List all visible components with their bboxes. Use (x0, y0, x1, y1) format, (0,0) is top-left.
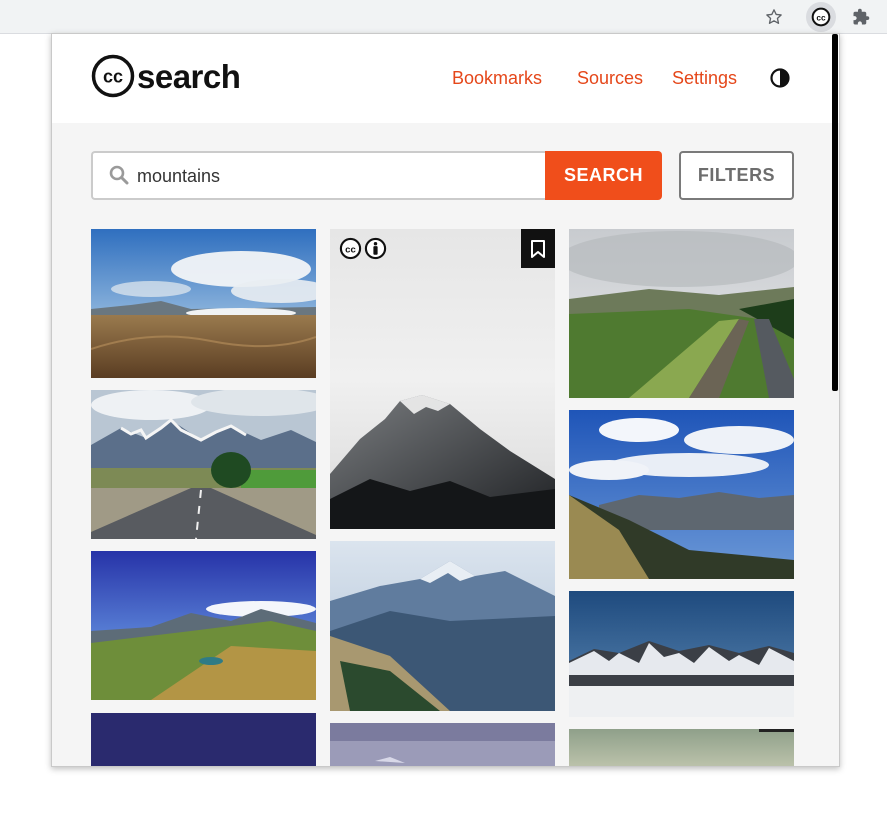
nav-bookmarks-link[interactable]: Bookmarks (452, 67, 542, 89)
image-result-blue-valley[interactable] (330, 541, 555, 711)
svg-text:cc: cc (103, 67, 123, 87)
image-result-navy[interactable] (91, 713, 316, 766)
svg-text:cc: cc (816, 12, 826, 22)
star-icon[interactable] (759, 2, 789, 32)
nav-sources-link[interactable]: Sources (577, 67, 643, 89)
image-result-green-hill[interactable] (91, 551, 316, 700)
search-icon (109, 165, 129, 190)
image-result-cloud-ridge[interactable] (569, 410, 794, 579)
nav-settings-link[interactable]: Settings (672, 67, 737, 89)
header: cc search Bookmarks Sources Settings (52, 34, 839, 123)
image-result-snowy-range[interactable] (569, 591, 794, 717)
search-button[interactable]: SEARCH (545, 151, 662, 200)
svg-text:cc: cc (345, 244, 356, 255)
cc-extension-icon[interactable]: cc (806, 2, 836, 32)
image-result-hazy[interactable] (569, 729, 794, 766)
puzzle-extensions-icon[interactable] (846, 2, 876, 32)
cc-icon: cc (339, 237, 362, 260)
search-field[interactable] (91, 151, 547, 200)
search-input[interactable] (137, 163, 537, 189)
cc-logo-icon: cc (91, 54, 135, 98)
cc-search-popup: cc search Bookmarks Sources Settings SEA… (51, 33, 840, 767)
image-result-foggy-peak[interactable]: cc (330, 229, 555, 529)
logo: cc search (91, 54, 241, 98)
browser-toolbar: cc (0, 0, 887, 34)
image-result-road-mountains[interactable] (91, 390, 316, 539)
filters-button[interactable]: FILTERS (679, 151, 794, 200)
contrast-toggle-icon[interactable] (770, 68, 790, 88)
bookmark-button[interactable] (521, 229, 555, 268)
image-result-green-road[interactable] (569, 229, 794, 398)
license-badge[interactable]: cc (339, 237, 387, 260)
bookmark-icon (531, 239, 545, 258)
image-result-desert-steam[interactable] (91, 229, 316, 378)
logo-text: search (137, 57, 241, 95)
scrollbar-thumb[interactable] (832, 34, 838, 391)
by-attribution-icon (364, 237, 387, 260)
image-result-lavender[interactable] (330, 723, 555, 766)
